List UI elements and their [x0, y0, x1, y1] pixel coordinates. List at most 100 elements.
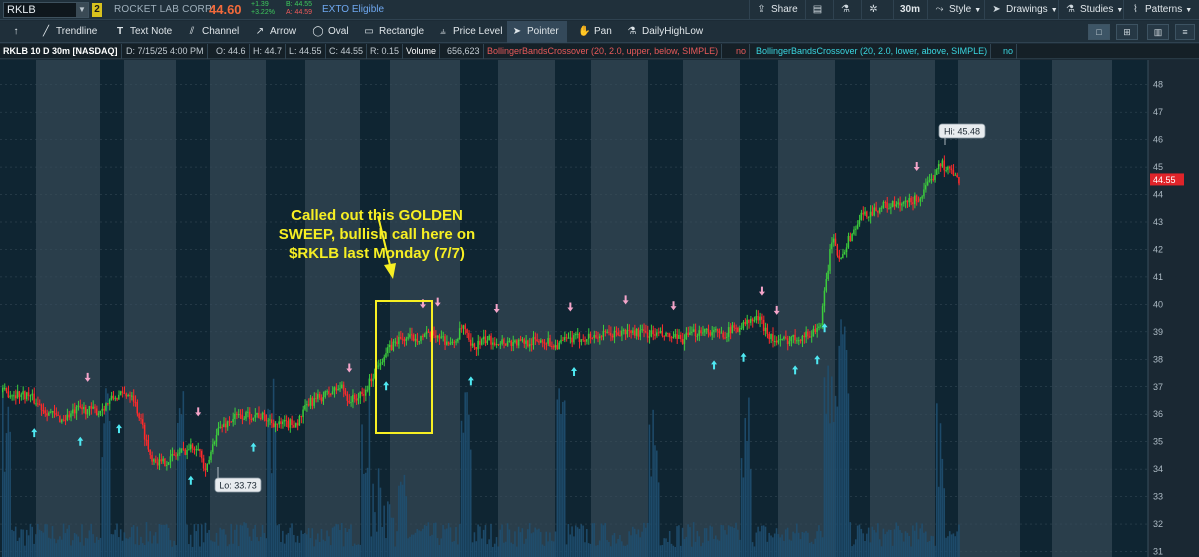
price-tick-label: 44 [1153, 190, 1163, 200]
candle-body [913, 195, 916, 205]
candle-body [444, 336, 446, 345]
candle-body [801, 335, 804, 342]
drawings-button[interactable]: ➤ Drawings ▼ [984, 0, 1064, 20]
candle-body [499, 343, 501, 345]
candle-body [68, 414, 70, 418]
multi-grid-button[interactable]: ⊞ [1116, 24, 1138, 40]
notes-button[interactable]: ▤ [805, 0, 833, 20]
candle-body [359, 391, 361, 399]
volume-bar [481, 538, 483, 557]
chart-settings-button[interactable]: ▥ [1147, 24, 1169, 40]
price-chart[interactable]: Hi: 45.48 Lo: 33.73 31 32 33 34 35 36 37 38 39 40 41… [0, 60, 1199, 557]
volume-bar [486, 544, 489, 557]
candle-body [652, 330, 654, 335]
style-button[interactable]: ⤳ Style ▼ [927, 0, 987, 20]
volume-bar [265, 538, 268, 557]
volume-bar [51, 526, 54, 557]
volume-bar [381, 526, 384, 557]
candle-body [84, 406, 87, 415]
candle-body [794, 334, 796, 341]
volume-bar [337, 524, 339, 557]
candle-body [831, 242, 833, 250]
session-shade [1020, 60, 1052, 557]
text-note-tool[interactable]: T Text Note [110, 21, 176, 43]
volume-bar [138, 545, 140, 557]
volume-bar [939, 423, 942, 557]
candle-body [206, 463, 208, 471]
exto-eligible-label: EXTO Eligible [322, 4, 385, 15]
pan-tool[interactable]: ✋ Pan [574, 21, 616, 43]
candle-body [687, 332, 689, 336]
oval-tool[interactable]: ◯ Oval [308, 21, 353, 43]
candle-body [243, 418, 245, 420]
candle-body [221, 426, 223, 428]
volume-bar [475, 541, 478, 557]
flask-button[interactable]: ⚗ [833, 0, 861, 20]
volume-bar [97, 539, 100, 557]
link-group-badge[interactable]: 2 [92, 3, 102, 17]
candle-body [908, 198, 910, 203]
candle-body [178, 452, 181, 454]
candle-body [162, 458, 164, 462]
chart-canvas[interactable]: Hi: 45.48 Lo: 33.73 31 32 33 34 35 36 37 38 39 40 41… [0, 60, 1199, 557]
candle-body [821, 305, 824, 326]
candle-body [322, 397, 325, 402]
chevron-down-icon[interactable]: ▼ [76, 3, 88, 17]
share-icon: ⇪ [757, 4, 766, 15]
daily-high-low-tool[interactable]: ⚗ DailyHighLow [622, 21, 707, 43]
candle-body [49, 411, 52, 413]
pointer-icon: ➤ [512, 26, 522, 37]
study-upper-crossover[interactable]: BollingerBandsCrossover (20, 2.0, upper,… [484, 44, 723, 59]
candle-body [711, 332, 713, 336]
candle-body [305, 404, 308, 406]
arrow-tool[interactable]: ↗ Arrow [250, 21, 300, 43]
candle-body [241, 414, 243, 420]
timeframe-button[interactable]: 30m [893, 0, 926, 20]
volume-bar [790, 540, 793, 557]
volume-bar [598, 540, 601, 557]
volume-bar [816, 531, 818, 557]
candle-body [14, 395, 17, 399]
volume-bar [547, 541, 549, 557]
candle-body [79, 405, 81, 408]
single-grid-button[interactable]: □ [1088, 24, 1110, 40]
candle-body [622, 329, 625, 331]
pointer-tool[interactable]: ➤ Pointer [507, 21, 567, 43]
candle-body [889, 207, 892, 209]
study-lower-crossover[interactable]: BollingerBandsCrossover (20, 2.0, lower,… [753, 44, 992, 59]
volume-bar [633, 528, 636, 557]
volume-bar [147, 541, 150, 557]
volume-bar [679, 545, 682, 557]
candle-body [945, 170, 947, 172]
volume-bar [355, 544, 358, 557]
candle-body [947, 166, 949, 171]
symbol-input[interactable]: RKLB ▼ [3, 2, 89, 18]
studies-button[interactable]: ⚗ Studies ▼ [1058, 0, 1129, 20]
volume-bar [377, 468, 380, 557]
candle-body [193, 448, 196, 450]
volume-bar [727, 525, 730, 557]
candle-body [700, 330, 702, 334]
share-button[interactable]: ⇪ Share [749, 0, 804, 20]
trendline-tool[interactable]: ╱ Trendline [36, 21, 101, 43]
pin-button[interactable]: ↑ [6, 21, 30, 43]
candle-body [901, 203, 903, 206]
candle-body [899, 202, 901, 206]
channel-tool[interactable]: ⫽ Channel [182, 21, 243, 43]
candle-body [562, 339, 564, 341]
rectangle-tool[interactable]: ▭ Rectangle [359, 21, 428, 43]
volume-bar [442, 524, 444, 557]
candle-body [160, 459, 162, 462]
volume-bar [871, 526, 874, 557]
candle-body [289, 419, 291, 428]
candle-body [217, 427, 220, 436]
volume-bar [11, 529, 13, 557]
patterns-button[interactable]: ⌇ Patterns ▼ [1123, 0, 1198, 20]
price-level-tool[interactable]: ⫨ Price Level [433, 21, 506, 43]
candle-body [291, 419, 293, 426]
menu-button[interactable]: ≡ [1175, 24, 1195, 40]
volume-bar [304, 532, 306, 557]
settings-button[interactable]: ✲ [861, 0, 889, 20]
volume-bar [578, 528, 581, 557]
volume-bar [958, 524, 960, 557]
